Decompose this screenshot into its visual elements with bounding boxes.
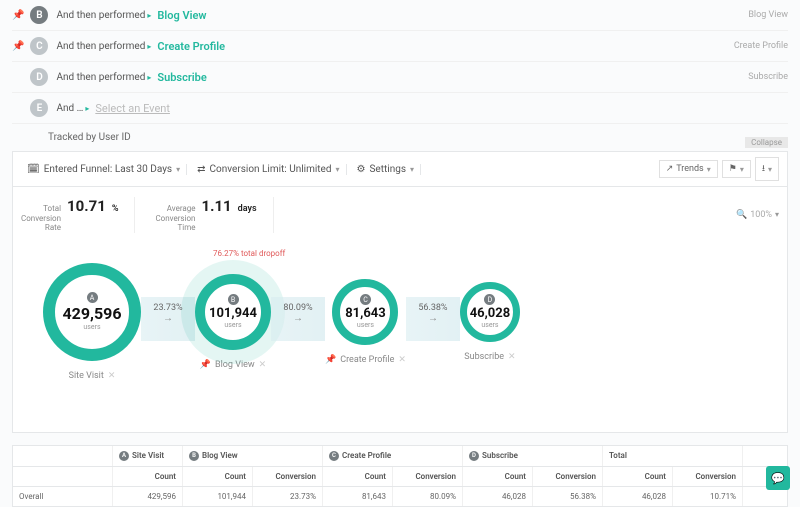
pin-icon: 📌: [12, 41, 24, 52]
chevron-down-icon: ▾: [410, 165, 414, 174]
close-icon[interactable]: ✕: [398, 355, 406, 365]
trends-button[interactable]: ↗ Trends ▾: [659, 160, 718, 178]
caret-icon: ▸: [147, 42, 151, 51]
date-range-selector[interactable]: 🗓 Entered Funnel: Last 30 Days ▾: [21, 164, 187, 175]
funnel-node-a[interactable]: A429,596users Site Visit✕: [43, 263, 141, 381]
event-link[interactable]: Blog View: [157, 9, 206, 22]
step-prefix: And then performed: [56, 72, 145, 83]
funnel-node-d[interactable]: D46,028users Subscribe✕: [460, 282, 520, 362]
funnel-step-e[interactable]: 📌 E And … ▸ Select an Event: [12, 93, 788, 124]
funnel-step-b[interactable]: 📌 B And then performed ▸ Blog View Blog …: [12, 0, 788, 31]
event-link[interactable]: Subscribe: [157, 71, 206, 84]
avg-conversion-time: Average Conversion Time 1.11days: [155, 197, 273, 233]
settings-selector[interactable]: ⚙ Settings ▾: [351, 164, 422, 175]
flow-arrow: 56.38%→: [406, 303, 460, 324]
flow-arrow: 23.73%→: [141, 303, 195, 324]
search-icon: 🔍: [736, 210, 747, 220]
download-icon: ⭳: [762, 161, 765, 177]
chat-icon: 💬: [771, 472, 785, 485]
gear-icon: ⚙: [357, 164, 366, 175]
chevron-down-icon: ▾: [740, 165, 744, 174]
flow-arrow: 80.09%→: [271, 303, 325, 324]
step-badge: C: [30, 37, 48, 55]
metrics-bar: Total Conversion Rate 10.71% Average Con…: [12, 187, 788, 243]
pin-icon: 📌: [200, 360, 211, 370]
chevron-down-icon: ▾: [336, 165, 340, 174]
funnel-node-b[interactable]: B101,944users 📌Blog View✕: [195, 274, 271, 370]
chevron-down-icon: ▾: [707, 165, 711, 174]
pin-icon: 📌: [325, 355, 336, 365]
swap-icon: ⇄: [197, 164, 205, 175]
step-summary: Subscribe: [748, 72, 788, 82]
col-blog-view[interactable]: BBlog View: [183, 446, 323, 466]
funnel-step-c[interactable]: 📌 C And then performed ▸ Create Profile …: [12, 31, 788, 62]
caret-icon: ▸: [85, 104, 89, 113]
col-create-profile[interactable]: CCreate Profile: [323, 446, 463, 466]
caret-icon: ▸: [147, 73, 151, 82]
dropoff-label: 76.27% total dropoff: [213, 249, 285, 258]
close-icon[interactable]: ✕: [259, 360, 267, 370]
trends-icon: ↗: [666, 164, 674, 174]
download-button[interactable]: ⭳▾: [755, 157, 779, 181]
table-row: Overall 429,596 101,944 23.73% 81,643 80…: [13, 487, 787, 506]
funnel-table: ASite Visit BBlog View CCreate Profile D…: [12, 445, 788, 507]
step-badge: B: [30, 6, 48, 24]
flag-button[interactable]: ⚑▾: [722, 160, 751, 178]
total-conversion-rate: Total Conversion Rate 10.71%: [21, 197, 135, 233]
close-icon[interactable]: ✕: [108, 371, 116, 381]
funnel-toolbar: 🗓 Entered Funnel: Last 30 Days ▾ ⇄ Conve…: [12, 151, 788, 187]
calendar-icon: 🗓: [27, 164, 40, 175]
help-fab[interactable]: 💬: [766, 466, 790, 490]
step-summary: Create Profile: [734, 41, 788, 51]
step-badge: D: [30, 68, 48, 86]
funnel-visualization: 76.27% total dropoff A429,596users Site …: [12, 243, 788, 433]
chevron-down-icon: ▾: [176, 165, 180, 174]
funnel-node-c[interactable]: C81,643users 📌Create Profile✕: [325, 279, 406, 365]
col-subscribe[interactable]: DSubscribe: [463, 446, 603, 466]
tracked-by-label: Tracked by User ID: [12, 124, 788, 151]
close-icon[interactable]: ✕: [508, 352, 516, 362]
flag-icon: ⚑: [729, 164, 737, 174]
step-prefix: And …: [56, 103, 83, 114]
caret-icon: ▸: [147, 11, 151, 20]
step-badge: E: [30, 99, 48, 117]
col-total: Total: [603, 446, 743, 466]
step-prefix: And then performed: [56, 10, 145, 21]
funnel-step-d[interactable]: 📌 D And then performed ▸ Subscribe Subsc…: [12, 62, 788, 93]
event-link[interactable]: Create Profile: [157, 40, 225, 53]
col-site-visit[interactable]: ASite Visit: [113, 446, 183, 466]
step-prefix: And then performed: [56, 41, 145, 52]
chevron-down-icon: ▾: [775, 210, 779, 219]
step-summary: Blog View: [748, 10, 788, 20]
event-placeholder[interactable]: Select an Event: [95, 102, 170, 115]
conversion-limit-selector[interactable]: ⇄ Conversion Limit: Unlimited ▾: [191, 164, 346, 175]
chevron-down-icon: ▾: [768, 165, 772, 174]
zoom-control[interactable]: 🔍 100% ▾: [736, 210, 779, 220]
collapse-button[interactable]: Collapse: [745, 137, 788, 148]
pin-icon: 📌: [12, 10, 24, 21]
